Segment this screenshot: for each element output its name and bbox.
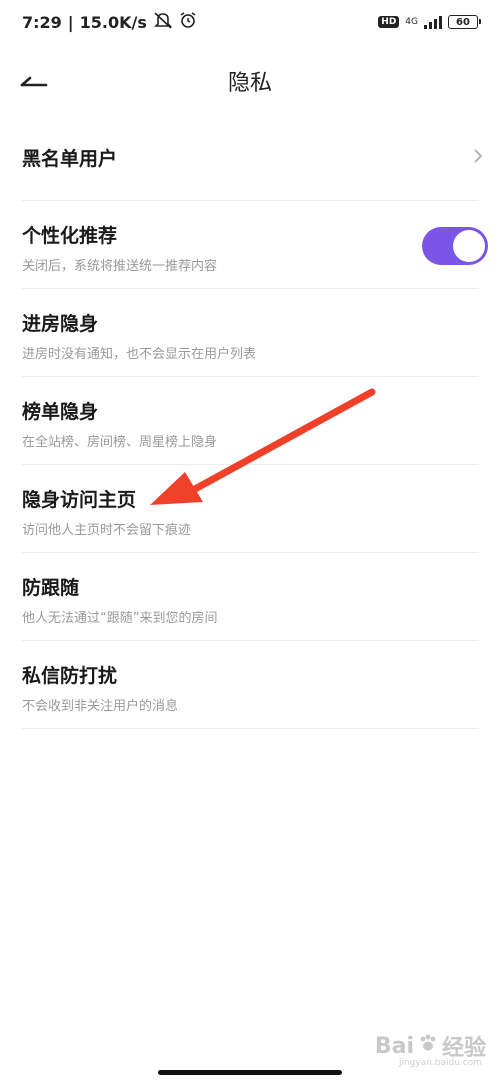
setting-subtitle: 访问他人主页时不会留下痕迹	[22, 523, 192, 538]
setting-title: 黑名单用户	[22, 148, 118, 170]
status-left: 7:29 | 15.0K/s	[22, 11, 197, 33]
battery-icon: 60	[448, 15, 481, 29]
watermark-brand: Bai	[374, 1033, 414, 1059]
setting-title: 私信防打扰	[22, 665, 118, 687]
setting-invisible-visit[interactable]: 隐身访问主页 访问他人主页时不会留下痕迹	[22, 465, 478, 553]
setting-ranking-invisible[interactable]: 榜单隐身 在全站榜、房间榜、周星榜上隐身	[22, 377, 478, 465]
setting-enter-room-invisible[interactable]: 进房隐身 进房时没有通知，也不会显示在用户列表	[22, 289, 478, 377]
setting-title: 隐身访问主页	[22, 489, 137, 511]
setting-subtitle: 在全站榜、房间榜、周星榜上隐身	[22, 435, 218, 450]
status-speed: 15.0K/s	[79, 12, 147, 32]
network-type: 4G	[405, 16, 418, 27]
status-bar: 7:29 | 15.0K/s HD 4G 60	[0, 0, 500, 44]
status-separator: |	[67, 12, 74, 32]
alarm-icon	[179, 11, 197, 33]
back-button[interactable]	[18, 70, 54, 98]
setting-dm-no-disturb[interactable]: 私信防打扰 不会收到非关注用户的消息	[22, 641, 478, 729]
setting-title: 进房隐身	[22, 313, 99, 335]
setting-title: 榜单隐身	[22, 401, 99, 423]
nav-bar: 隐私	[0, 56, 500, 112]
home-indicator[interactable]	[158, 1070, 342, 1075]
watermark-url: jingyan.baidu.com	[398, 1058, 482, 1068]
back-arrow-icon	[18, 73, 48, 95]
chevron-right-icon	[472, 148, 484, 164]
setting-subtitle: 进房时没有通知，也不会显示在用户列表	[22, 347, 257, 362]
setting-title: 防跟随	[22, 577, 80, 599]
setting-blacklist[interactable]: 黑名单用户	[22, 112, 483, 201]
setting-title: 个性化推荐	[22, 225, 118, 247]
mute-icon	[153, 11, 173, 33]
setting-subtitle: 关闭后，系统将推送统一推荐内容	[22, 259, 218, 274]
setting-personalized-recommend: 个性化推荐 关闭后，系统将推送统一推荐内容	[22, 201, 488, 289]
setting-subtitle: 不会收到非关注用户的消息	[22, 699, 179, 714]
signal-icon	[424, 15, 442, 29]
page-title: 隐私	[227, 71, 272, 96]
battery-level: 60	[456, 16, 470, 28]
personalized-recommend-toggle[interactable]	[422, 227, 488, 265]
hd-badge: HD	[378, 16, 400, 28]
paw-icon	[418, 1033, 438, 1059]
status-right: HD 4G 60	[378, 15, 481, 29]
setting-anti-follow[interactable]: 防跟随 他人无法通过“跟随”来到您的房间	[22, 553, 478, 641]
status-time: 7:29	[22, 12, 62, 32]
settings-list: 黑名单用户 个性化推荐 关闭后，系统将推送统一推荐内容 进房隐身 进房时没有通知…	[0, 112, 500, 729]
baidu-watermark: Bai 经验 jingyan.baidu.com	[374, 1030, 486, 1069]
setting-subtitle: 他人无法通过“跟随”来到您的房间	[22, 611, 218, 626]
toggle-knob	[453, 230, 485, 262]
